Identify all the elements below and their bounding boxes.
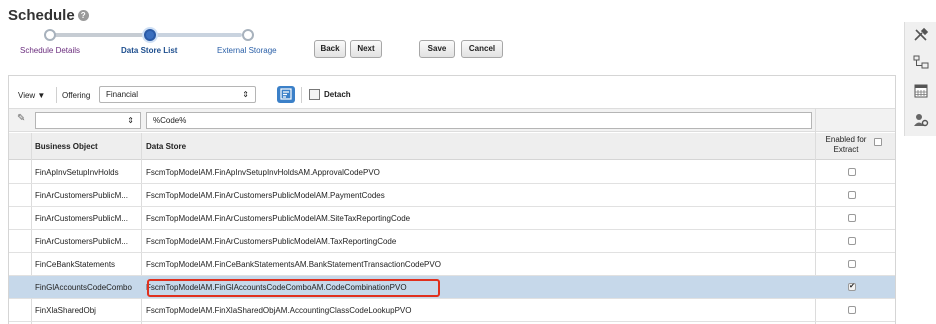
help-icon[interactable]: ? — [77, 10, 89, 21]
page-title-text: Schedule — [8, 7, 75, 24]
cell-data-store: FscmTopModelAM.FinApInvSetupInvHoldsAM.A… — [146, 168, 380, 177]
save-button[interactable]: Save — [419, 40, 455, 58]
enabled-checkbox[interactable] — [848, 260, 856, 268]
query-by-example-icon — [280, 88, 292, 100]
enabled-checkbox[interactable] — [848, 191, 856, 199]
tools-icon[interactable] — [913, 27, 929, 43]
table-row[interactable]: FinArCustomersPublicM... FscmTopModelAM.… — [9, 207, 895, 230]
train-step-external-storage[interactable]: External Storage — [217, 46, 277, 55]
enabled-checkbox[interactable] — [848, 168, 856, 176]
hierarchy-icon[interactable] — [913, 54, 929, 70]
table-row[interactable]: FinArCustomersPublicM... FscmTopModelAM.… — [9, 184, 895, 207]
offering-select-value: Financial — [106, 90, 139, 99]
calendar-icon[interactable] — [913, 83, 929, 99]
toolbar-divider — [56, 87, 57, 103]
train-step-schedule-details[interactable]: Schedule Details — [20, 46, 80, 55]
business-object-filter[interactable]: ⇕ — [35, 112, 141, 129]
view-menu[interactable]: View ▼ — [18, 91, 45, 100]
side-toolbar — [904, 22, 936, 136]
train-connector-1 — [52, 33, 144, 37]
column-header-enabled[interactable]: Enabled for Extract — [818, 135, 874, 155]
page-title: Schedule? — [8, 7, 89, 24]
cancel-button[interactable]: Cancel — [461, 40, 503, 58]
table-toolbar: View ▼ Offering Financial ⇕ Detach — [9, 76, 895, 106]
enabled-checkbox[interactable]: ✔ — [848, 283, 856, 291]
cell-business-object: FinGlAccountsCodeCombo — [35, 283, 132, 292]
table-row[interactable]: FinCeBankStatements FscmTopModelAM.FinCe… — [9, 253, 895, 276]
cell-data-store: FscmTopModelAM.FinXlaSharedObjAM.Account… — [146, 306, 412, 315]
cell-business-object: FinArCustomersPublicM... — [35, 214, 128, 223]
detach-icon[interactable] — [309, 89, 320, 100]
query-by-example-row: ✎ ⇕ %Code% — [9, 108, 895, 132]
cell-business-object: FinApInvSetupInvHolds — [35, 168, 119, 177]
cell-data-store: FscmTopModelAM.FinArCustomersPublicModel… — [146, 214, 411, 223]
cell-data-store: FscmTopModelAM.FinCeBankStatementsAM.Ban… — [146, 260, 441, 269]
enabled-checkbox[interactable] — [848, 237, 856, 245]
table-row[interactable]: FinArCustomersPublicM... FscmTopModelAM.… — [9, 230, 895, 253]
cell-data-store: FscmTopModelAM.FinArCustomersPublicModel… — [146, 237, 397, 246]
train-step-data-store-list[interactable]: Data Store List — [121, 46, 177, 55]
offering-label: Offering — [62, 91, 91, 100]
cell-business-object: FinArCustomersPublicM... — [35, 237, 128, 246]
data-store-filter-input[interactable]: %Code% — [146, 112, 812, 129]
cell-business-object: FinArCustomersPublicM... — [35, 191, 128, 200]
cell-business-object: FinXlaSharedObj — [35, 306, 96, 315]
select-arrows-icon: ⇕ — [127, 116, 134, 125]
enabled-checkbox[interactable] — [848, 306, 856, 314]
enabled-checkbox[interactable] — [848, 214, 856, 222]
train-stop-data-store-list[interactable] — [144, 29, 156, 41]
table-row[interactable]: FinApInvSetupInvHolds FscmTopModelAM.Fin… — [9, 161, 895, 184]
pencil-icon: ✎ — [17, 113, 26, 124]
train-connector-2 — [156, 33, 242, 37]
back-button[interactable]: Back — [314, 40, 346, 58]
train-stop-schedule-details[interactable] — [44, 29, 56, 41]
cell-data-store: FscmTopModelAM.FinArCustomersPublicModel… — [146, 191, 385, 200]
toolbar-divider-2 — [301, 87, 302, 103]
table-row[interactable]: FinXlaSharedObj FscmTopModelAM.FinXlaSha… — [9, 299, 895, 322]
user-settings-icon[interactable] — [913, 112, 929, 128]
column-header-business-object[interactable]: Business Object — [35, 133, 98, 159]
highlight-box — [147, 279, 440, 297]
cell-business-object: FinCeBankStatements — [35, 260, 116, 269]
select-arrows-icon: ⇕ — [242, 90, 249, 99]
table-row-selected[interactable]: FinGlAccountsCodeCombo FscmTopModelAM.Fi… — [9, 276, 895, 299]
column-header-data-store[interactable]: Data Store — [146, 133, 186, 159]
offering-select[interactable]: Financial ⇕ — [99, 86, 256, 103]
next-button[interactable]: Next — [350, 40, 382, 58]
detach-button[interactable]: Detach — [324, 90, 351, 99]
filter-toggle-button[interactable] — [277, 86, 295, 103]
train-stop-external-storage[interactable] — [242, 29, 254, 41]
data-store-panel: View ▼ Offering Financial ⇕ Detach ✎ ⇕ %… — [8, 75, 896, 324]
select-all-checkbox[interactable] — [874, 138, 882, 146]
